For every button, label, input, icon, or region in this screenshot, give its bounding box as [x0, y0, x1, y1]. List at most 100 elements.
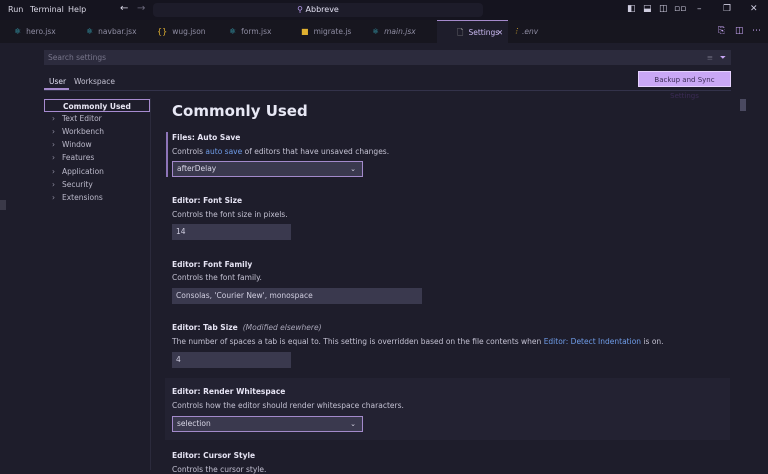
chevron-right-icon: ›	[52, 151, 62, 164]
open-settings-json-icon[interactable]: ⎘	[718, 26, 725, 36]
toc-label: Text Editor	[62, 114, 102, 123]
tab-env[interactable]: ⫶.env	[511, 20, 538, 43]
chevron-right-icon: ›	[52, 125, 62, 138]
tab-settings[interactable]: 🗋 Settings✕	[437, 20, 508, 43]
toc-separator	[150, 98, 151, 470]
tab-migrate[interactable]: ■ migrate.js	[297, 20, 351, 43]
modified-elsewhere-link[interactable]: (Modified elsewhere)	[243, 323, 322, 332]
close-window-icon[interactable]: ✕	[750, 4, 758, 14]
toc-application[interactable]: ›Application	[44, 165, 150, 178]
restore-icon[interactable]: ❐	[723, 4, 731, 14]
settings-scrollbar[interactable]	[740, 99, 746, 111]
toc-label: Window	[62, 140, 92, 149]
toggle-sidebar-icon[interactable]: ◧	[627, 4, 636, 14]
env-icon: ⫶	[515, 27, 517, 36]
cursor-style-title: Editor: Cursor Style	[172, 451, 255, 460]
split-editor-icon[interactable]: ◫	[735, 26, 744, 36]
toggle-panel-icon[interactable]: ⬓	[643, 4, 652, 14]
minimize-icon[interactable]: –	[697, 4, 702, 14]
auto-save-desc: Controls auto save of editors that have …	[172, 147, 389, 156]
tab-wug-json[interactable]: {} wug.json	[153, 20, 206, 43]
search-icon: ⚲	[297, 5, 305, 14]
search-settings-input[interactable]: Search settings ≡ ⏷	[44, 50, 731, 65]
menu-terminal[interactable]: Terminal	[30, 5, 64, 14]
select-value: selection	[177, 419, 211, 428]
close-tab-icon[interactable]: ✕	[497, 21, 503, 44]
tab-label: Settings	[468, 28, 499, 37]
divider	[44, 90, 731, 91]
font-size-input[interactable]: 14	[172, 224, 291, 240]
scrollbar-thumb[interactable]	[0, 200, 6, 210]
toc-commonly-used[interactable]: Commonly Used	[44, 99, 150, 112]
chevron-right-icon: ›	[52, 138, 62, 151]
render-whitespace-title: Editor: Render Whitespace	[172, 387, 285, 396]
tab-hero[interactable]: ⚛ hero.jsx	[10, 20, 56, 43]
toc-label: Extensions	[62, 193, 103, 202]
toc-window[interactable]: ›Window	[44, 138, 150, 151]
tab-size-desc: The number of spaces a tab is equal to. …	[172, 337, 664, 346]
render-whitespace-select[interactable]: selection⌄	[172, 416, 363, 432]
tab-label: form.jsx	[241, 27, 271, 36]
toc-extensions[interactable]: ›Extensions	[44, 191, 150, 204]
toc-security[interactable]: ›Security	[44, 178, 150, 191]
json-icon: {}	[157, 27, 167, 36]
desc-text: of editors that have unsaved changes.	[242, 147, 389, 156]
more-actions-icon[interactable]: ⋯	[752, 26, 761, 36]
font-size-desc: Controls the font size in pixels.	[172, 210, 288, 219]
tab-label: navbar.jsx	[98, 27, 136, 36]
react-icon: ⚛	[229, 27, 236, 36]
react-icon: ⚛	[14, 27, 21, 36]
auto-save-title: Files: Auto Save	[172, 133, 240, 142]
select-value: afterDelay	[177, 164, 216, 173]
tab-label: main.jsx	[384, 27, 416, 36]
command-center[interactable]: ⚲ Abbreve	[153, 3, 483, 17]
search-placeholder: Search settings	[48, 53, 106, 62]
desc-text: is on.	[641, 337, 664, 346]
font-family-input[interactable]: Consolas, 'Courier New', monospace	[172, 288, 422, 304]
toc-label: Workbench	[62, 127, 104, 136]
tab-size-title: Editor: Tab Size(Modified elsewhere)	[172, 323, 322, 332]
font-family-desc: Controls the font family.	[172, 273, 262, 282]
chevron-right-icon: ›	[52, 191, 62, 204]
tab-navbar[interactable]: ⚛ navbar.jsx	[82, 20, 137, 43]
chevron-down-icon: ⌄	[350, 162, 356, 176]
menu-run[interactable]: Run	[8, 5, 23, 14]
filter-icon[interactable]: ⏷	[720, 50, 726, 65]
forward-arrow-icon[interactable]: →	[137, 3, 145, 14]
chevron-right-icon: ›	[52, 112, 62, 125]
file-icon: 🗋	[457, 28, 463, 37]
chevron-right-icon: ›	[52, 165, 62, 178]
tab-workspace[interactable]: Workspace	[74, 77, 115, 86]
toc-features[interactable]: ›Features	[44, 151, 150, 164]
tab-label: hero.jsx	[26, 27, 56, 36]
tab-form[interactable]: ⚛ form.jsx	[225, 20, 271, 43]
render-whitespace-desc: Controls how the editor should render wh…	[172, 401, 404, 410]
detect-indentation-link[interactable]: Editor: Detect Indentation	[544, 337, 641, 346]
back-arrow-icon[interactable]: ←	[120, 3, 128, 14]
command-center-label: Abbreve	[306, 5, 339, 14]
customize-layout-icon[interactable]: ▫▫	[674, 4, 686, 14]
tab-label: migrate.js	[314, 27, 352, 36]
toc-text-editor[interactable]: ›Text Editor	[44, 112, 150, 125]
desc-text: Controls	[172, 147, 205, 156]
toggle-secondary-sidebar-icon[interactable]: ◫	[659, 4, 668, 14]
chevron-right-icon: ›	[52, 178, 62, 191]
clear-filter-icon[interactable]: ≡	[707, 50, 713, 65]
font-family-title: Editor: Font Family	[172, 260, 252, 269]
toc-label: Security	[62, 180, 93, 189]
toc-workbench[interactable]: ›Workbench	[44, 125, 150, 138]
tab-user[interactable]: User	[49, 77, 66, 86]
auto-save-link[interactable]: auto save	[205, 147, 242, 156]
tab-label: wug.json	[172, 27, 205, 36]
modified-indicator	[166, 132, 168, 177]
toc-label: Features	[62, 153, 94, 162]
auto-save-select[interactable]: afterDelay ⌄	[172, 161, 363, 177]
backup-sync-button[interactable]: Backup and Sync Settings	[638, 71, 731, 87]
tab-main[interactable]: ⚛ main.jsx	[368, 20, 416, 43]
desc-text: The number of spaces a tab is equal to. …	[172, 337, 544, 346]
react-icon: ⚛	[86, 27, 93, 36]
menu-help[interactable]: Help	[68, 5, 86, 14]
react-icon: ⚛	[372, 27, 379, 36]
js-icon: ■	[301, 27, 309, 36]
tab-size-input[interactable]: 4	[172, 352, 291, 368]
